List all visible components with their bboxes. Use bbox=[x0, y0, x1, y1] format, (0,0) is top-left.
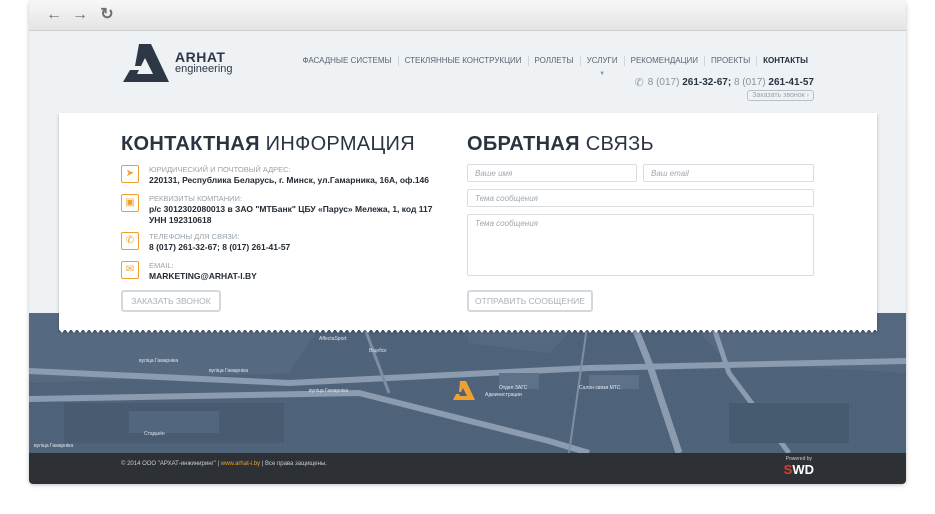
swd-logo: SWD bbox=[784, 462, 814, 477]
menu-item-services[interactable]: УСЛУГИ ▼ bbox=[579, 56, 624, 77]
address-row: ➤ ЮРИДИЧЕСКИЙ И ПОЧТОВЫЙ АДРЕС: 220131, … bbox=[121, 165, 429, 186]
phone-number-2: 261-41-57 bbox=[768, 77, 814, 88]
footer-copyright: © 2014 ООО "АРХАТ-инжиниринг" | bbox=[121, 461, 220, 467]
order-callback-button[interactable]: ЗАКАЗАТЬ ЗВОНОК bbox=[121, 290, 221, 312]
phones-value: 8 (017) 261-32-67; 8 (017) 261-41-57 bbox=[149, 242, 291, 252]
map-label-vitebsk: Віцебск bbox=[369, 348, 387, 354]
map-label-street-3: вуліца Гамарніка bbox=[309, 388, 349, 394]
send-message-button[interactable]: ОТПРАВИТЬ СООБЩЕНИЕ bbox=[467, 290, 593, 312]
name-input[interactable]: Ваше имя bbox=[467, 164, 637, 182]
menu-item-glass[interactable]: СТЕКЛЯННЫЕ КОНСТРУКЦИИ bbox=[397, 56, 528, 66]
back-arrow-icon[interactable]: ← bbox=[46, 7, 62, 23]
swd-logo-rest: WD bbox=[792, 462, 814, 477]
phone-code-1: 8 (017) bbox=[647, 77, 680, 88]
phone-number-1: 261-32-67; bbox=[682, 77, 732, 88]
menu-item-projects[interactable]: ПРОЕКТЫ bbox=[704, 56, 756, 66]
feedback-title-rest: СВЯЗЬ bbox=[585, 133, 654, 155]
header-phones: ✆ 8 (017) 261-32-67; 8 (017) 261-41-57 bbox=[635, 76, 814, 89]
browser-toolbar: ← → ↻ bbox=[29, 0, 906, 31]
map-label-sport: AffectaSport bbox=[319, 336, 347, 342]
chevron-down-icon: ▼ bbox=[599, 71, 606, 77]
logo-text[interactable]: ARHAT engineering bbox=[175, 50, 233, 75]
site-header: ARHAT engineering ФАСАДНЫЕ СИСТЕМЫ СТЕКЛ… bbox=[29, 31, 906, 113]
reload-icon[interactable]: ↻ bbox=[99, 7, 115, 23]
envelope-icon: ✉ bbox=[121, 261, 139, 279]
email-value[interactable]: MARKETING@ARHAT-I.BY bbox=[149, 271, 257, 282]
callback-small-button[interactable]: Заказать звонок › bbox=[747, 90, 814, 101]
email-label: EMAIL: bbox=[149, 261, 174, 270]
map-label-mts: Салон связи МТС bbox=[579, 385, 621, 391]
message-textarea[interactable]: Тема сообщения bbox=[467, 214, 814, 276]
phone-icon: ✆ bbox=[634, 77, 644, 89]
briefcase-icon: ▣ bbox=[121, 194, 139, 212]
logo-subtitle: engineering bbox=[175, 63, 233, 75]
map-label-street-1: вуліца Гамарніка bbox=[139, 358, 179, 364]
footer-text: © 2014 ООО "АРХАТ-инжиниринг" | www.arha… bbox=[121, 461, 327, 467]
map-label-street-4: вуліца Гамарніка bbox=[34, 443, 74, 449]
browser-window: ← → ↻ ARHAT engineering ФАСАДНЫЕ СИСТЕМЫ… bbox=[29, 0, 906, 484]
menu-item-facades[interactable]: ФАСАДНЫЕ СИСТЕМЫ bbox=[296, 56, 397, 66]
email-row: ✉ EMAIL: MARKETING@ARHAT-I.BY bbox=[121, 261, 257, 282]
footer-site-link[interactable]: www.arhat-i.by bbox=[221, 461, 260, 467]
location-arrow-icon: ➤ bbox=[121, 165, 139, 183]
map-label-stadium: Стадыён bbox=[144, 431, 165, 437]
phone-code-2: 8 (017) bbox=[733, 77, 766, 88]
contacts-title: КОНТАКТНАЯ ИНФОРМАЦИЯ bbox=[121, 133, 415, 156]
footer: © 2014 ООО "АРХАТ-инжиниринг" | www.arha… bbox=[29, 453, 906, 484]
requisites-value-2: УНН 192310618 bbox=[149, 215, 212, 225]
powered-by[interactable]: Powered by SWD bbox=[784, 456, 814, 477]
map-label-zags: Отдел ЗАГС bbox=[499, 385, 528, 391]
menu-item-recommendations[interactable]: РЕКОМЕНДАЦИИ bbox=[623, 56, 704, 66]
address-value: 220131, Республика Беларусь, г. Минск, у… bbox=[149, 175, 430, 185]
phone-icon: ✆ bbox=[121, 232, 139, 250]
menu-item-rollets[interactable]: РОЛЛЕТЫ bbox=[527, 56, 580, 66]
subject-input[interactable]: Тема сообщения bbox=[467, 189, 814, 207]
footer-rights: | Все права защищены. bbox=[261, 461, 327, 467]
map[interactable]: AffectaSport Віцебск вуліца Гамарніка ву… bbox=[29, 313, 906, 453]
phones-row: ✆ ТЕЛЕФОНЫ ДЛЯ СВЯЗИ: 8 (017) 261-32-67;… bbox=[121, 232, 290, 253]
map-label-street-2: вуліца Гамарніка bbox=[209, 368, 249, 374]
phones-label: ТЕЛЕФОНЫ ДЛЯ СВЯЗИ: bbox=[149, 232, 240, 241]
map-label-admin: Администрации bbox=[485, 392, 522, 398]
requisites-label: РЕКВИЗИТЫ КОМПАНИИ: bbox=[149, 194, 243, 203]
email-input[interactable]: Ваш email bbox=[643, 164, 814, 182]
feedback-title: ОБРАТНАЯ СВЯЗЬ bbox=[467, 133, 654, 156]
logo-icon[interactable] bbox=[121, 42, 171, 84]
address-label: ЮРИДИЧЕСКИЙ И ПОЧТОВЫЙ АДРЕС: bbox=[149, 165, 291, 174]
feedback-title-bold: ОБРАТНАЯ bbox=[467, 133, 580, 155]
contacts-title-bold: КОНТАКТНАЯ bbox=[121, 133, 260, 155]
requisites-row: ▣ РЕКВИЗИТЫ КОМПАНИИ: р/с 3012302080013 … bbox=[121, 194, 432, 226]
main-menu: ФАСАДНЫЕ СИСТЕМЫ СТЕКЛЯННЫЕ КОНСТРУКЦИИ … bbox=[296, 56, 814, 77]
requisites-value-1: р/с 3012302080013 в ЗАО "МТБанк" ЦБУ «Па… bbox=[149, 204, 433, 214]
card-zigzag-edge bbox=[59, 329, 877, 333]
contacts-title-rest: ИНФОРМАЦИЯ bbox=[265, 133, 415, 155]
logo-name: ARHAT bbox=[175, 49, 226, 65]
menu-item-contacts[interactable]: КОНТАКТЫ bbox=[756, 56, 814, 66]
callback-small-label: Заказать звонок bbox=[752, 92, 805, 99]
menu-item-services-label: УСЛУГИ bbox=[586, 56, 618, 65]
forward-arrow-icon[interactable]: → bbox=[72, 7, 88, 23]
